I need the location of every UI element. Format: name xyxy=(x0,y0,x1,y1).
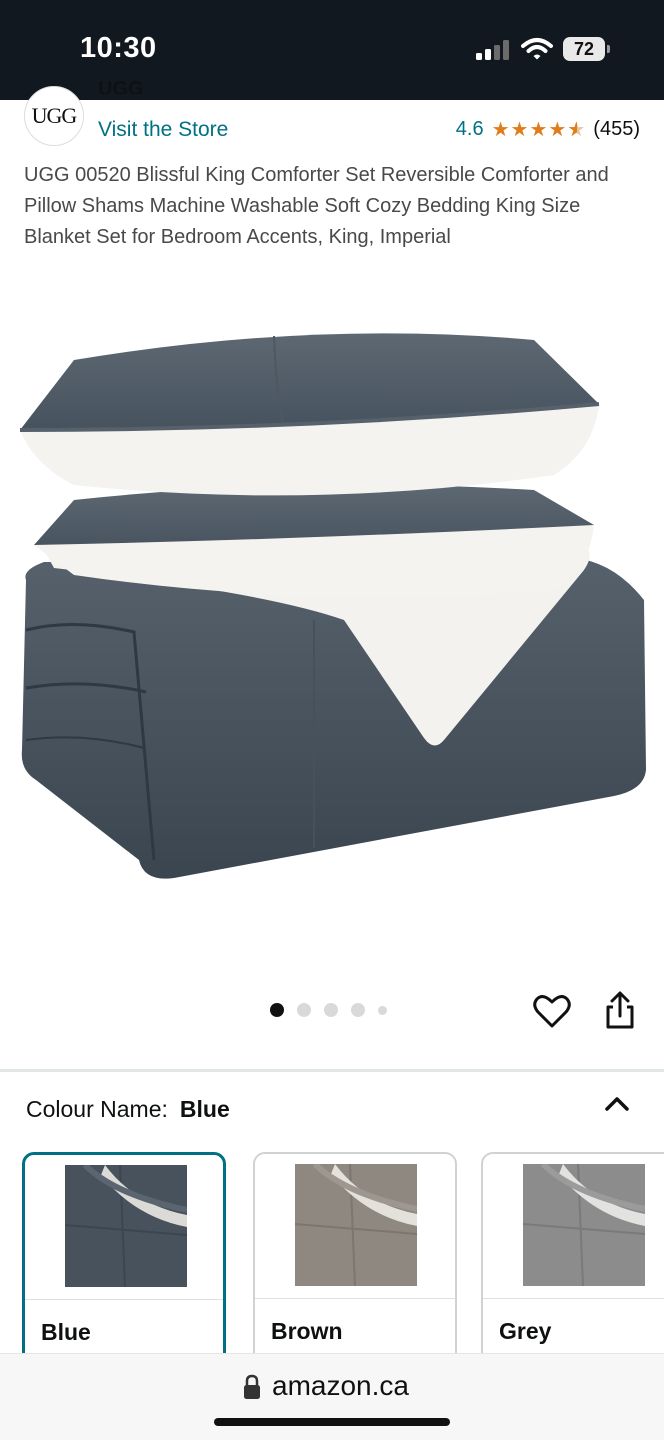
product-title: UGG 00520 Blissful King Comforter Set Re… xyxy=(24,164,609,248)
selected-colour: Blue xyxy=(179,1096,230,1122)
rating-value: 4.6 xyxy=(455,118,484,140)
image-carousel-indicator[interactable] xyxy=(270,1003,387,1017)
heart-icon[interactable] xyxy=(532,992,572,1032)
product-image[interactable] xyxy=(14,300,654,900)
colour-option-label: Grey xyxy=(499,1318,552,1344)
section-divider xyxy=(0,1069,664,1072)
star-icon: ★ xyxy=(510,118,529,141)
colour-option-grey[interactable]: Grey xyxy=(481,1152,664,1372)
star-icon: ★ xyxy=(529,118,548,141)
brand-name: UGG xyxy=(98,78,144,94)
carousel-dot[interactable] xyxy=(297,1003,311,1017)
store-logo-text: UGG xyxy=(31,103,78,128)
colour-option-blue[interactable]: Blue xyxy=(22,1152,226,1372)
chevron-up-icon[interactable] xyxy=(604,1094,630,1114)
carousel-dot[interactable] xyxy=(324,1003,338,1017)
half-star-icon: ★ xyxy=(567,120,585,140)
url-text[interactable]: amazon.ca xyxy=(272,1370,409,1402)
star-icon: ★ xyxy=(491,118,510,141)
swatch-thumbnail xyxy=(294,1161,418,1287)
home-indicator[interactable] xyxy=(214,1418,450,1426)
cellular-signal-icon xyxy=(476,40,510,60)
browser-url-bar[interactable]: amazon.ca xyxy=(0,1353,664,1440)
wifi-icon xyxy=(521,37,553,61)
carousel-dot[interactable] xyxy=(378,1005,387,1015)
rating-summary[interactable]: 4.6 ★ ★ ★ ★ ★ (455) xyxy=(456,118,640,141)
colour-option-label: Blue xyxy=(41,1319,91,1345)
store-logo[interactable]: UGG xyxy=(24,86,84,146)
status-time: 10:30 xyxy=(80,32,157,64)
share-icon[interactable] xyxy=(600,990,640,1032)
carousel-dot-active[interactable] xyxy=(270,1003,284,1017)
swatch-thumbnail xyxy=(522,1161,646,1287)
star-rating: ★ ★ ★ ★ ★ xyxy=(492,120,586,140)
carousel-dot[interactable] xyxy=(351,1003,365,1017)
colour-selector-header[interactable]: Colour Name: Blue xyxy=(26,1096,230,1123)
colour-option-brown[interactable]: Brown xyxy=(253,1152,457,1372)
battery-icon: 72 xyxy=(563,37,610,61)
star-icon: ★ xyxy=(548,118,567,141)
review-count: (455) xyxy=(593,118,640,140)
colour-label: Colour Name: xyxy=(26,1096,168,1122)
visit-store-link[interactable]: Visit the Store xyxy=(98,118,228,142)
colour-option-label: Brown xyxy=(271,1318,343,1344)
lock-icon xyxy=(243,1374,261,1400)
swatch-thumbnail xyxy=(64,1162,188,1288)
